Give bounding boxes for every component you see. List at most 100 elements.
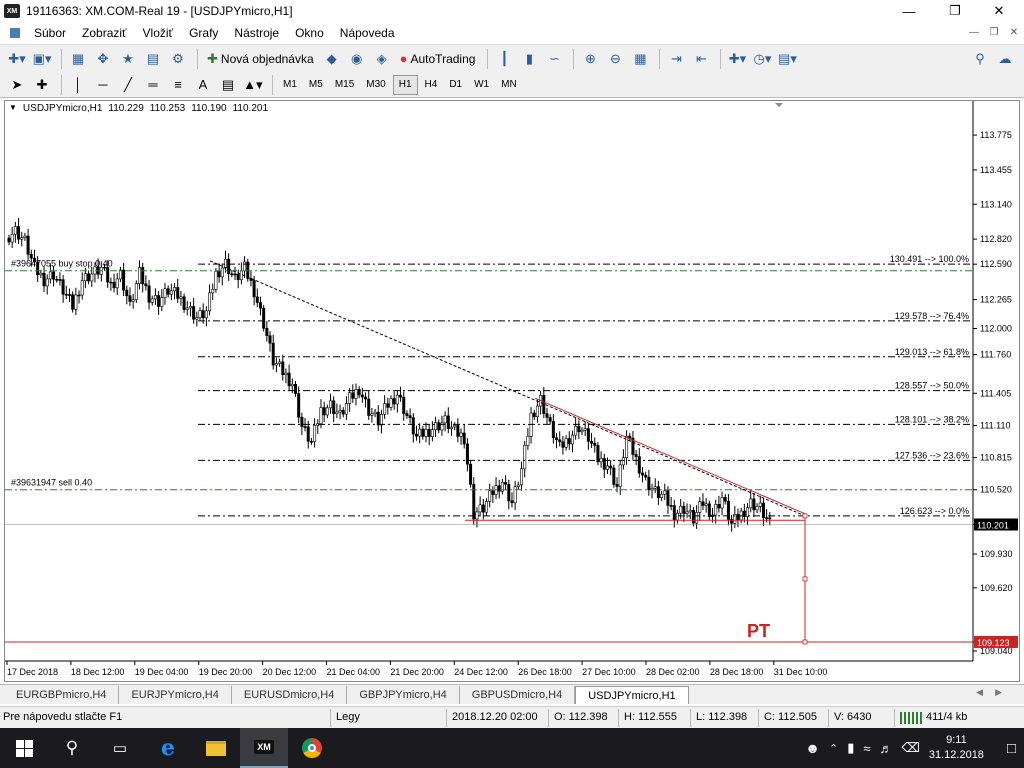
candle-body (752, 498, 756, 511)
shapes-tool[interactable]: ▲▾ (242, 74, 264, 96)
tab-gbpusd[interactable]: GBPUSDmicro,H4 (460, 686, 576, 704)
new-chart-button[interactable]: ✚▾ (6, 48, 28, 70)
vertical-line-tool[interactable]: │ (67, 74, 89, 96)
candle-body (615, 484, 619, 487)
tf-d1[interactable]: D1 (444, 75, 467, 95)
title-bar: XM 19116363: XM.COM-Real 19 - [USDJPYmic… (0, 0, 1024, 22)
fibonacci-tool[interactable]: ≡ (167, 74, 189, 96)
menu-view[interactable]: Zobraziť (74, 26, 135, 40)
autoscroll-button[interactable]: ⇥ (665, 48, 687, 70)
channel-tool[interactable]: ═ (142, 74, 164, 96)
bar-chart-button[interactable]: ┃ (493, 48, 515, 70)
tf-m30[interactable]: M30 (361, 75, 390, 95)
text-label-tool[interactable]: ▤ (217, 74, 239, 96)
candle-body (64, 293, 68, 296)
horizontal-line-tool[interactable]: ─ (92, 74, 114, 96)
language-icon[interactable]: ⌫ (901, 740, 919, 756)
battery-icon[interactable]: ▮ (847, 740, 854, 756)
tab-gbpjpy[interactable]: GBPJPYmicro,H4 (347, 686, 460, 704)
mdi-restore-button[interactable]: ❐ (984, 22, 1004, 44)
candle-body (39, 272, 43, 276)
tab-eurjpy[interactable]: EURJPYmicro,H4 (119, 686, 232, 704)
tab-eurusd[interactable]: EURUSDmicro,H4 (232, 686, 348, 704)
edge-icon[interactable]: e (144, 728, 192, 768)
status-datetime: 2018.12.20 02:00 (452, 711, 538, 723)
market-button[interactable]: ◈ (371, 48, 393, 70)
tf-h1[interactable]: H1 (392, 74, 418, 95)
tf-w1[interactable]: W1 (469, 75, 494, 95)
search-icon[interactable]: ⚲ (969, 48, 991, 70)
candle-body (701, 501, 705, 506)
candle-body (166, 288, 170, 295)
autotrading-button[interactable]: ● AutoTrading (396, 48, 480, 70)
mdi-close-button[interactable]: ✕ (1004, 22, 1024, 44)
trendline-tool[interactable]: ╱ (117, 74, 139, 96)
data-window-button[interactable]: ✥ (92, 48, 114, 70)
tf-m1[interactable]: M1 (278, 75, 302, 95)
candle-body (720, 497, 724, 509)
start-icon[interactable] (0, 728, 48, 768)
search-icon[interactable]: ⚲ (48, 728, 96, 768)
chart-window[interactable]: 113.775 113.455 113.140 112.820 112.590 112.2… (4, 100, 1020, 682)
crosshair-tool[interactable]: ✚ (31, 74, 53, 96)
indicators-button[interactable]: ✚▾ (726, 48, 748, 70)
tf-h4[interactable]: H4 (420, 75, 443, 95)
line-chart-button[interactable]: ∽ (543, 48, 565, 70)
volume-icon[interactable]: ♬ (879, 741, 892, 756)
candle-body (20, 237, 24, 240)
tab-usdjpy[interactable]: USDJPYmicro,H1 (575, 686, 689, 704)
candle-body (723, 497, 727, 502)
text-tool[interactable]: A (192, 74, 214, 96)
explorer-icon[interactable] (192, 728, 240, 768)
candle-body (669, 505, 673, 507)
candle-body (717, 504, 721, 509)
price-chart[interactable]: 113.775 113.455 113.140 112.820 112.590 112.2… (5, 101, 1019, 681)
tester-button[interactable]: ⚙ (167, 48, 189, 70)
chart-shift-button[interactable]: ⇤ (690, 48, 712, 70)
tile-windows-button[interactable]: ▦ (629, 48, 651, 70)
tab-scroll-arrows[interactable]: ◀▶ (976, 687, 1014, 698)
candle-body (411, 417, 415, 435)
templates-button[interactable]: ▤▾ (776, 48, 798, 70)
metaeditor-button[interactable]: ◆ (321, 48, 343, 70)
candle-body (322, 407, 326, 416)
notifications-icon[interactable]: □ (1007, 740, 1016, 757)
xm-icon[interactable]: XM (240, 728, 288, 768)
close-button[interactable]: ✕ (976, 0, 1022, 22)
minimize-button[interactable]: — (886, 0, 932, 22)
candlesticks-button[interactable]: ▮ (518, 48, 540, 70)
periods-button[interactable]: ◷▾ (751, 48, 773, 70)
zoom-in-button[interactable]: ⊕ (579, 48, 601, 70)
chrome-icon[interactable] (288, 728, 336, 768)
signals-button[interactable]: ◉ (346, 48, 368, 70)
candle-body (144, 283, 148, 287)
tab-eurgbp[interactable]: EURGBPmicro,H4 (4, 686, 120, 704)
tf-m15[interactable]: M15 (330, 75, 359, 95)
show-hidden-icon[interactable]: ⌃ (829, 742, 838, 755)
menu-insert[interactable]: Vložiť (135, 26, 182, 40)
menu-help[interactable]: Nápoveda (332, 26, 403, 40)
collapse-icon[interactable]: ▼ (9, 103, 17, 114)
market-watch-button[interactable]: ▦ (67, 48, 89, 70)
profiles-button[interactable]: ▣▾ (31, 48, 53, 70)
maximize-button[interactable]: ❐ (932, 0, 978, 22)
wifi-icon[interactable]: ≈ (863, 741, 870, 756)
navigator-button[interactable]: ★ (117, 48, 139, 70)
menu-charts[interactable]: Grafy (181, 26, 226, 40)
new-order-button[interactable]: ✚ Nová objednávka (203, 48, 318, 70)
clock[interactable]: 9:11 31.12.2018 (929, 733, 984, 763)
tf-mn[interactable]: MN (496, 75, 522, 95)
zoom-out-button[interactable]: ⊖ (604, 48, 626, 70)
cursor-tool[interactable]: ➤ (6, 74, 28, 96)
menu-window[interactable]: Okno (287, 26, 332, 40)
terminal-button[interactable]: ▤ (142, 48, 164, 70)
candle-body (383, 403, 387, 415)
task-view-icon[interactable]: ▭ (96, 728, 144, 768)
chat-icon[interactable]: ☁ (994, 48, 1016, 70)
menu-tools[interactable]: Nástroje (226, 26, 287, 40)
tf-m5[interactable]: M5 (304, 75, 328, 95)
people-icon[interactable]: ☻ (805, 740, 820, 756)
menu-file[interactable]: Súbor (26, 26, 74, 40)
target-label: PT (747, 621, 770, 641)
mdi-minimize-button[interactable]: — (964, 22, 984, 44)
